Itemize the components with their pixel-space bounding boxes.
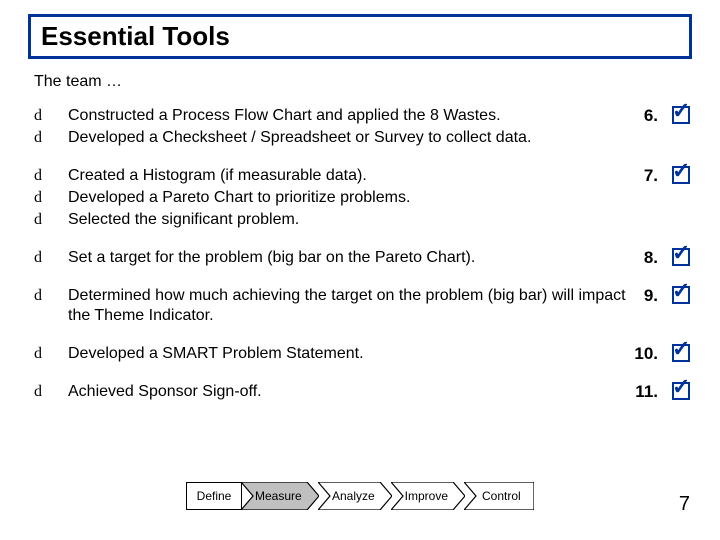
- item-number: 8.: [626, 247, 658, 268]
- bullet-content: d Constructed a Process Flow Chart and a…: [0, 91, 720, 411]
- checkbox-icon: ✓: [672, 286, 690, 304]
- process-phase-strip: Define Measure Analyze Improve: [0, 482, 720, 510]
- phase-label: Control: [464, 482, 530, 510]
- phase-label: Improve: [391, 482, 453, 510]
- item-text: Developed a Checksheet / Spreadsheet or …: [68, 128, 626, 148]
- bullet-icon: d: [34, 286, 68, 306]
- bullet-icon: d: [34, 166, 68, 186]
- check-cell: ✓: [658, 381, 690, 400]
- checklist-group: d Set a target for the problem (big bar …: [34, 239, 690, 277]
- phase-improve: Improve: [391, 482, 465, 510]
- phase-control: Control: [464, 482, 534, 510]
- item-text: Developed a SMART Problem Statement.: [68, 344, 626, 364]
- title-box: Essential Tools: [28, 14, 692, 59]
- checkbox-icon: ✓: [672, 382, 690, 400]
- bullet-icon: d: [34, 210, 68, 230]
- checkmark-icon: ✓: [672, 338, 690, 360]
- checkmark-icon: ✓: [672, 100, 690, 122]
- group-items: d Determined how much achieving the targ…: [34, 285, 626, 327]
- group-items: d Achieved Sponsor Sign-off.: [34, 381, 626, 403]
- list-item: d Developed a SMART Problem Statement.: [34, 343, 626, 365]
- list-item: d Developed a Checksheet / Spreadsheet o…: [34, 127, 626, 149]
- phase-strip-inner: Define Measure Analyze Improve: [186, 482, 535, 510]
- list-item: d Constructed a Process Flow Chart and a…: [34, 105, 626, 127]
- checklist-group: d Determined how much achieving the targ…: [34, 277, 690, 335]
- item-text: Determined how much achieving the target…: [68, 286, 626, 326]
- item-text: Constructed a Process Flow Chart and app…: [68, 106, 626, 126]
- list-item: d Selected the significant problem.: [34, 209, 626, 231]
- check-cell: ✓: [658, 105, 690, 124]
- check-cell: ✓: [658, 247, 690, 266]
- check-cell: ✓: [658, 165, 690, 184]
- phase-label: Measure: [241, 482, 307, 510]
- phase-define: Define: [186, 482, 243, 510]
- phase-label: Analyze: [318, 482, 380, 510]
- item-number: 9.: [626, 285, 658, 306]
- item-text: Developed a Pareto Chart to prioritize p…: [68, 188, 626, 208]
- list-item: d Set a target for the problem (big bar …: [34, 247, 626, 269]
- item-number: 6.: [626, 105, 658, 126]
- item-number: 7.: [626, 165, 658, 186]
- check-cell: ✓: [658, 285, 690, 304]
- bullet-icon: d: [34, 128, 68, 148]
- bullet-icon: d: [34, 248, 68, 268]
- item-number: 10.: [626, 343, 658, 364]
- title-container: Essential Tools: [0, 0, 720, 59]
- list-item: d Achieved Sponsor Sign-off.: [34, 381, 626, 403]
- list-item: d Developed a Pareto Chart to prioritize…: [34, 187, 626, 209]
- checklist-group: d Constructed a Process Flow Chart and a…: [34, 97, 690, 157]
- bullet-icon: d: [34, 344, 68, 364]
- checklist-group: d Created a Histogram (if measurable dat…: [34, 157, 690, 239]
- checklist-group: d Developed a SMART Problem Statement. 1…: [34, 335, 690, 373]
- list-item: d Created a Histogram (if measurable dat…: [34, 165, 626, 187]
- bullet-icon: d: [34, 188, 68, 208]
- group-items: d Set a target for the problem (big bar …: [34, 247, 626, 269]
- checklist-group: d Achieved Sponsor Sign-off. 11. ✓: [34, 373, 690, 411]
- item-text: Set a target for the problem (big bar on…: [68, 248, 626, 268]
- list-item: d Determined how much achieving the targ…: [34, 285, 626, 327]
- group-items: d Constructed a Process Flow Chart and a…: [34, 105, 626, 149]
- page-number: 7: [679, 493, 690, 516]
- phase-analyze: Analyze: [318, 482, 392, 510]
- check-cell: ✓: [658, 343, 690, 362]
- checkbox-icon: ✓: [672, 344, 690, 362]
- checkbox-icon: ✓: [672, 166, 690, 184]
- item-text: Created a Histogram (if measurable data)…: [68, 166, 626, 186]
- bullet-icon: d: [34, 106, 68, 126]
- checkmark-icon: ✓: [672, 160, 690, 182]
- checkbox-icon: ✓: [672, 106, 690, 124]
- item-number: 11.: [626, 381, 658, 402]
- intro-text: The team …: [0, 59, 720, 91]
- slide: Essential Tools The team … d Constructed…: [0, 0, 720, 540]
- item-text: Selected the significant problem.: [68, 210, 626, 230]
- checkmark-icon: ✓: [672, 376, 690, 398]
- slide-title: Essential Tools: [41, 21, 679, 52]
- checkmark-icon: ✓: [672, 280, 690, 302]
- checkmark-icon: ✓: [672, 242, 690, 264]
- bullet-icon: d: [34, 382, 68, 402]
- checkbox-icon: ✓: [672, 248, 690, 266]
- item-text: Achieved Sponsor Sign-off.: [68, 382, 626, 402]
- group-items: d Created a Histogram (if measurable dat…: [34, 165, 626, 231]
- phase-measure: Measure: [241, 482, 319, 510]
- group-items: d Developed a SMART Problem Statement.: [34, 343, 626, 365]
